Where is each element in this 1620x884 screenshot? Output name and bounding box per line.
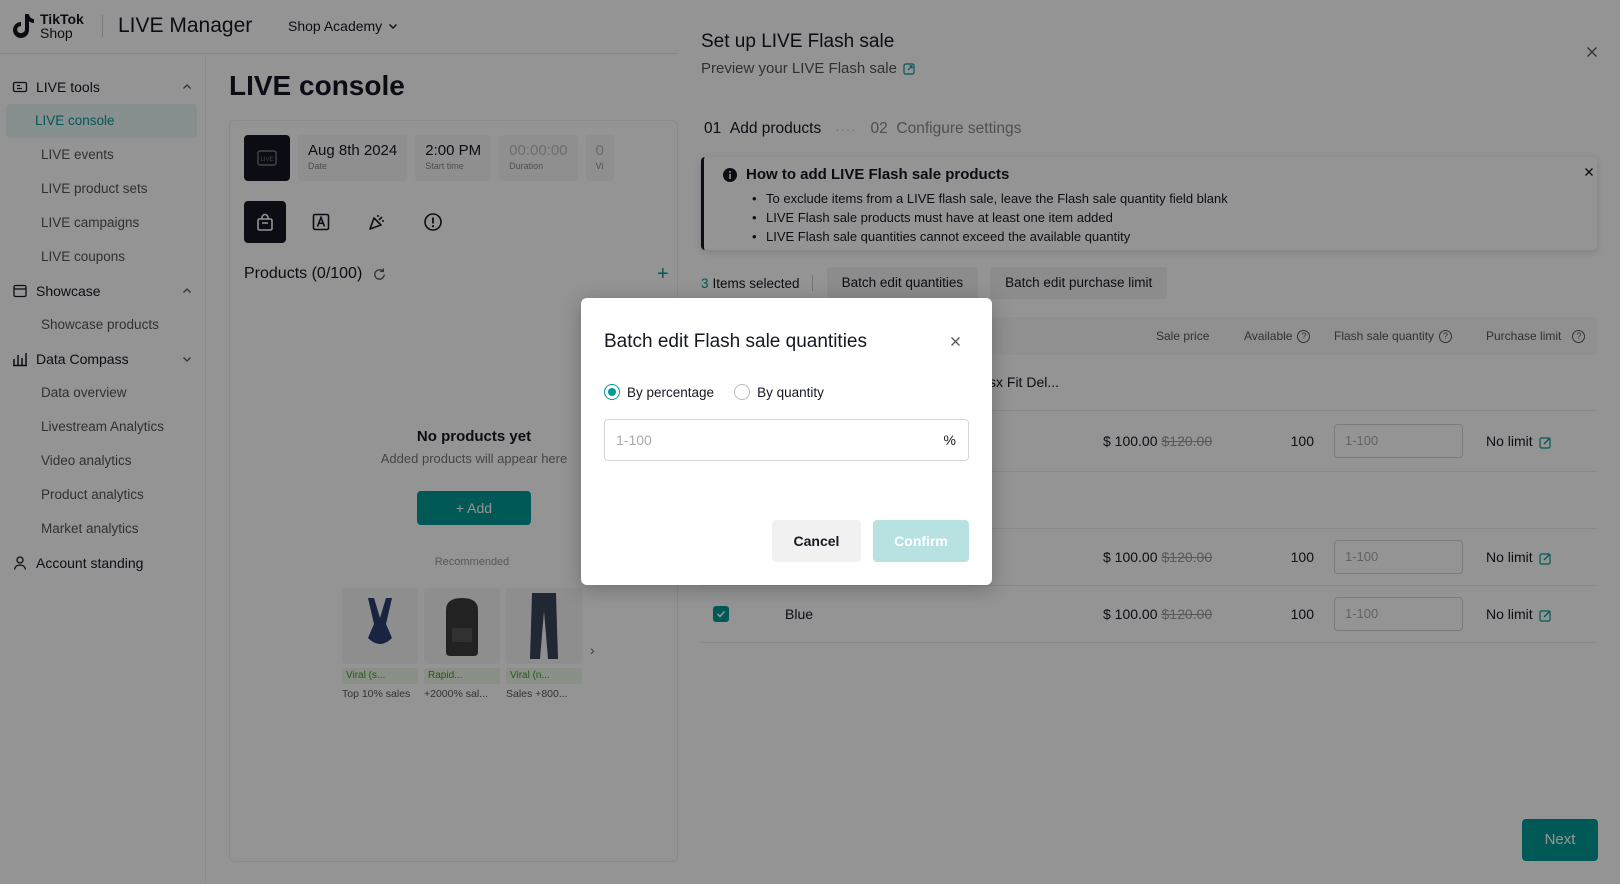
radio-label-quantity[interactable]: By quantity <box>757 385 824 400</box>
radio-label-percentage[interactable]: By percentage <box>627 385 714 400</box>
mode-radio-group: By percentage By quantity <box>604 384 844 400</box>
confirm-button[interactable]: Confirm <box>873 520 969 562</box>
radio-by-percentage[interactable] <box>604 384 620 400</box>
batch-edit-modal: Batch edit Flash sale quantities By perc… <box>581 298 992 585</box>
cancel-button[interactable]: Cancel <box>772 520 861 562</box>
close-icon[interactable] <box>950 336 961 347</box>
percentage-field: % <box>604 419 969 461</box>
radio-by-quantity[interactable] <box>734 384 751 400</box>
percentage-input[interactable] <box>605 420 925 460</box>
percent-suffix: % <box>943 432 956 448</box>
modal-title: Batch edit Flash sale quantities <box>604 331 867 352</box>
